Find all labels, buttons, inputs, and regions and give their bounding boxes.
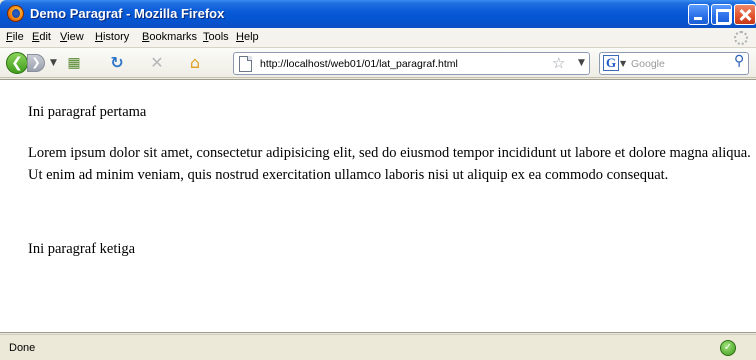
menu-help[interactable]: Help	[236, 31, 259, 43]
menu-bookmarks[interactable]: Bookmarks	[142, 31, 197, 43]
search-magnifier-icon[interactable]: ⚲	[734, 53, 744, 69]
page-content: Ini paragraf pertama Lorem ipsum dolor s…	[0, 79, 756, 333]
status-bar: Done ✓	[0, 334, 756, 360]
back-arrow-icon[interactable]: ❮	[6, 52, 28, 74]
close-button[interactable]	[734, 4, 756, 25]
menu-file[interactable]: File	[6, 31, 24, 43]
url-dropdown-icon[interactable]: ▼	[578, 58, 585, 68]
status-check-icon: ✓	[720, 340, 736, 356]
page-icon	[239, 56, 252, 72]
star-bookmark-icon[interactable]: ☆	[552, 54, 565, 72]
title-bar[interactable]: Demo Paragraf - Mozilla Firefox	[0, 0, 756, 28]
status-text: Done	[9, 342, 36, 354]
menu-bar: File Edit View History Bookmarks Tools H…	[0, 28, 756, 48]
url-text[interactable]: http://localhost/web01/01/lat_paragraf.h…	[260, 58, 458, 70]
paragraph-3: Ini paragraf ketiga	[28, 241, 136, 257]
search-input[interactable]: Google	[631, 58, 665, 70]
search-engine-dropdown-icon[interactable]: ▼	[620, 59, 626, 68]
window-title: Demo Paragraf - Mozilla Firefox	[30, 6, 225, 21]
activity-throbber-icon	[734, 31, 748, 45]
reload-icon[interactable]: ↻	[107, 53, 127, 73]
page-bookmark-icon[interactable]: ▦	[64, 53, 84, 73]
maximize-button[interactable]	[711, 4, 732, 25]
home-icon[interactable]: ⌂	[185, 53, 205, 73]
url-bar[interactable]: http://localhost/web01/01/lat_paragraf.h…	[233, 52, 590, 75]
menu-history[interactable]: History	[95, 31, 129, 43]
firefox-window: Demo Paragraf - Mozilla Firefox File Edi…	[0, 0, 756, 360]
menu-tools[interactable]: Tools	[203, 31, 229, 43]
stop-icon[interactable]: ✕	[147, 53, 167, 73]
forward-arrow-icon[interactable]: ❯	[27, 54, 45, 72]
minimize-button[interactable]	[688, 4, 709, 25]
paragraph-1: Ini paragraf pertama	[28, 104, 147, 120]
menu-edit[interactable]: Edit	[32, 31, 51, 43]
google-engine-icon[interactable]: G	[603, 55, 619, 71]
paragraph-2: Lorem ipsum dolor sit amet, consectetur …	[28, 145, 751, 183]
search-bar[interactable]: G ▼ Google	[599, 52, 749, 75]
history-dropdown-icon[interactable]: ▼	[50, 58, 57, 68]
firefox-logo-icon	[7, 5, 24, 22]
menu-view[interactable]: View	[60, 31, 84, 43]
